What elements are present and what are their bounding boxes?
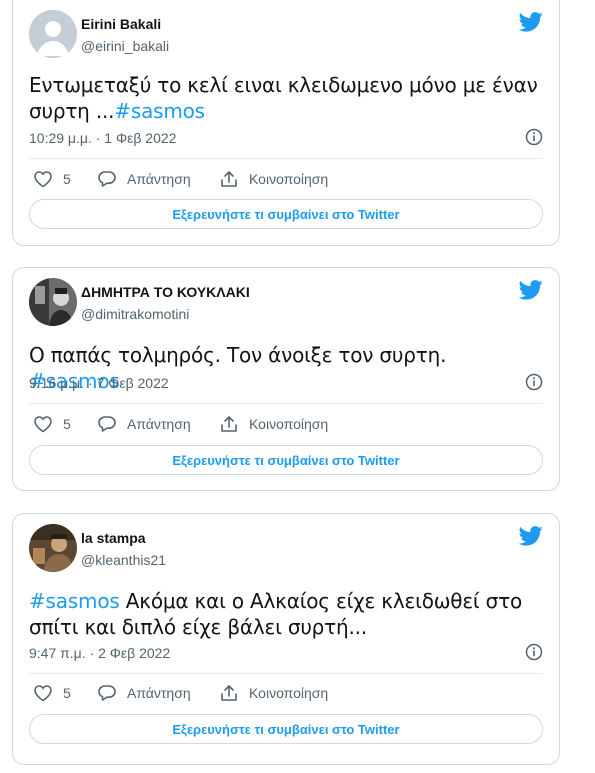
timestamp-link[interactable]: 10:29 μ.μ. · 1 Φεβ 2022	[29, 130, 176, 146]
share-label: Κοινοποίηση	[249, 685, 329, 701]
reply-label: Απάντηση	[127, 685, 191, 701]
divider	[29, 673, 543, 674]
info-icon[interactable]	[525, 373, 543, 391]
hashtag-link[interactable]: #sasmos	[114, 99, 205, 123]
like-count: 5	[63, 171, 71, 187]
tweet-text: #sasmos Ακόμα και ο Αλκαίος είχε κλειδωθ…	[29, 588, 539, 640]
share-icon	[221, 416, 237, 432]
reply-button[interactable]: Απάντηση	[97, 170, 191, 188]
heart-icon	[34, 685, 52, 702]
share-button[interactable]: Κοινοποίηση	[219, 415, 328, 433]
avatar[interactable]	[29, 524, 77, 572]
tweet-text: Εντωμεταξύ το κελί ειναι κλειδωμενο μόνο…	[29, 72, 539, 124]
divider	[29, 403, 543, 404]
author-handle[interactable]: @eirini_bakali	[81, 38, 169, 54]
heart-icon	[34, 171, 52, 188]
hashtag-link[interactable]: #sasmos	[29, 589, 120, 613]
avatar[interactable]	[29, 278, 77, 326]
reply-bubble-icon	[98, 416, 116, 432]
reply-bubble-icon	[98, 685, 116, 701]
tweet-card: ΔΗΜΗΤΡΑ ΤΟ ΚΟΥΚΛΑΚΙ @dimitrakomotini Ο π…	[12, 267, 560, 491]
divider	[29, 158, 543, 159]
reply-label: Απάντηση	[127, 416, 191, 432]
author-name[interactable]: Eirini Bakali	[81, 16, 161, 32]
author-handle[interactable]: @dimitrakomotini	[81, 306, 189, 322]
like-button[interactable]: 5	[33, 170, 71, 188]
tweet-card: Eirini Bakali @eirini_bakali Εντωμεταξύ …	[12, 0, 560, 246]
share-label: Κοινοποίηση	[249, 416, 329, 432]
share-button[interactable]: Κοινοποίηση	[219, 684, 328, 702]
share-button[interactable]: Κοινοποίηση	[219, 170, 328, 188]
photo-avatar-sepia	[29, 524, 77, 572]
heart-icon	[34, 416, 52, 433]
reply-bubble-icon	[98, 171, 116, 187]
info-icon[interactable]	[525, 643, 543, 661]
timestamp-link[interactable]: 9:47 π.μ. · 2 Φεβ 2022	[29, 645, 170, 661]
explore-twitter-button[interactable]: Εξερευνήστε τι συμβαίνει στο Twitter	[29, 445, 543, 475]
tweet-card: la stampa @kleanthis21 #sasmos Ακόμα και…	[12, 513, 560, 765]
tweet-text-body: Ο παπάς τολμηρός. Τον άνοιξε τον συρτη.	[29, 343, 447, 367]
author-name[interactable]: la stampa	[81, 530, 146, 546]
like-count: 5	[63, 685, 71, 701]
author-handle[interactable]: @kleanthis21	[81, 552, 166, 568]
explore-twitter-button[interactable]: Εξερευνήστε τι συμβαίνει στο Twitter	[29, 714, 543, 744]
reply-button[interactable]: Απάντηση	[97, 415, 191, 433]
like-count: 5	[63, 416, 71, 432]
share-icon	[221, 685, 237, 701]
explore-twitter-button[interactable]: Εξερευνήστε τι συμβαίνει στο Twitter	[29, 199, 543, 229]
info-icon[interactable]	[525, 128, 543, 146]
default-avatar-icon	[29, 10, 77, 58]
like-button[interactable]: 5	[33, 415, 71, 433]
twitter-bird-icon[interactable]	[519, 12, 543, 32]
twitter-bird-icon[interactable]	[519, 526, 543, 546]
like-button[interactable]: 5	[33, 684, 71, 702]
share-label: Κοινοποίηση	[249, 171, 329, 187]
avatar[interactable]	[29, 10, 77, 58]
tweet-text-body: Εντωμεταξύ το κελί ειναι κλειδωμενο μόνο…	[29, 73, 538, 123]
author-name[interactable]: ΔΗΜΗΤΡΑ ΤΟ ΚΟΥΚΛΑΚΙ	[81, 284, 250, 300]
timestamp-link[interactable]: 9:16 μ.μ. · 7 Φεβ 2022	[29, 375, 169, 391]
reply-label: Απάντηση	[127, 171, 191, 187]
share-icon	[221, 171, 237, 187]
reply-button[interactable]: Απάντηση	[97, 684, 191, 702]
photo-avatar-grayscale	[29, 278, 77, 326]
twitter-bird-icon[interactable]	[519, 280, 543, 300]
